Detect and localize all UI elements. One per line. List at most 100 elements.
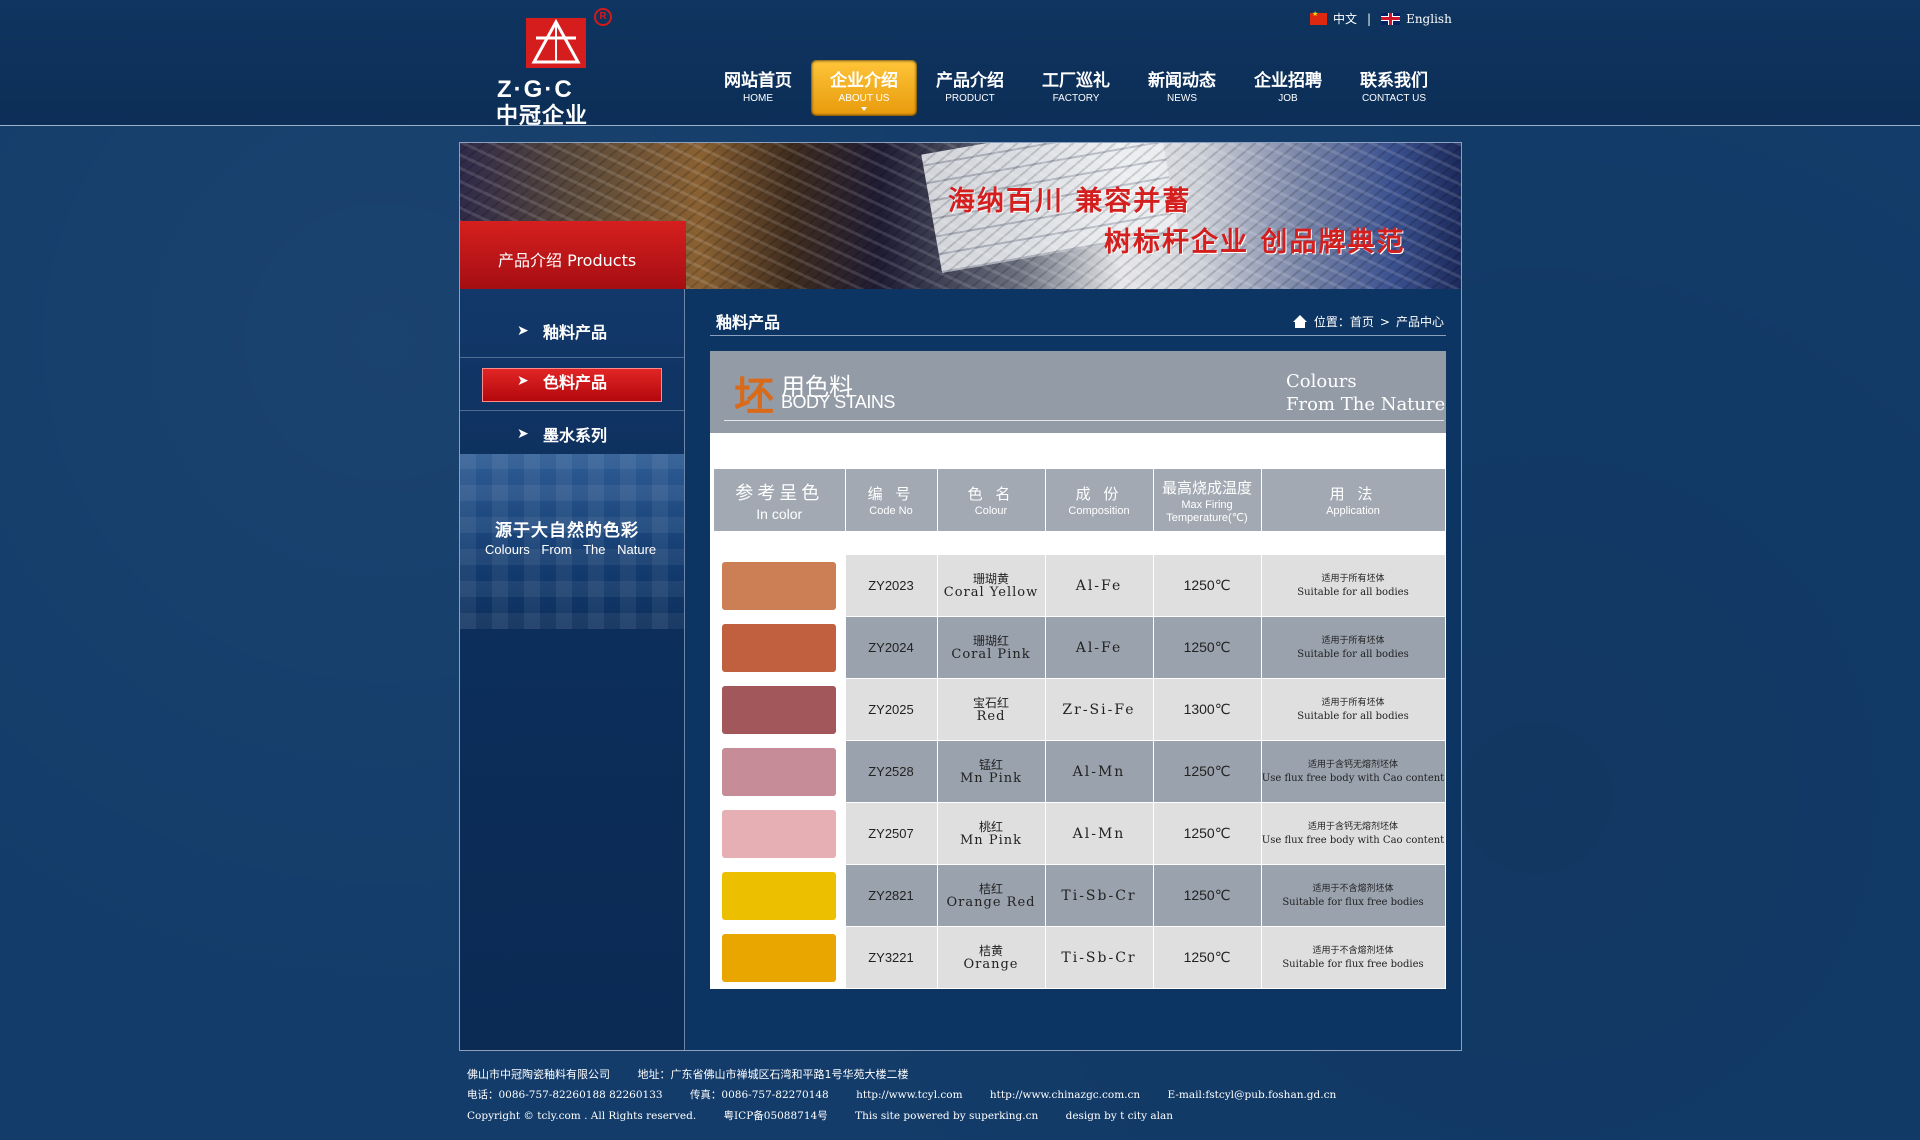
colour-name-en: Red: [976, 708, 1006, 724]
code-text: ZY2507: [868, 826, 914, 841]
language-switcher: 中文 | English: [1310, 10, 1452, 27]
nav-about-en: ABOUT US: [838, 93, 890, 104]
col-header-composition: 成 份 Composition: [1045, 469, 1154, 531]
footer-line-1: 佛山市中冠陶瓷釉料有限公司 地址：广东省佛山市禅城区石湾和平路1号华苑大楼二楼: [467, 1064, 1427, 1085]
temperature-text: 1250℃: [1183, 639, 1231, 655]
col-header-zh: 色 名: [967, 485, 1015, 503]
nav-about[interactable]: 企业介绍 ABOUT US: [811, 60, 917, 116]
application-en: Use flux free body with Cao content: [1261, 772, 1445, 784]
color-swatch: [722, 623, 837, 672]
temperature-cell: 1250℃: [1153, 616, 1262, 679]
application-cell: 适用于不含熔剂坯体 Suitable for flux free bodies: [1261, 864, 1446, 927]
temperature-text: 1250℃: [1183, 949, 1231, 965]
table-spacer-cell: [714, 531, 1445, 555]
sidebar-item-label: 墨水系列: [543, 426, 608, 445]
breadcrumb-prefix: 位置：: [1313, 315, 1350, 329]
sidebar-tagline-en: Colours From The Nature: [485, 542, 657, 557]
arrow-right-icon: ➤: [517, 372, 529, 388]
temperature-cell: 1250℃: [1153, 740, 1262, 803]
composition-cell: Al-Mn: [1045, 740, 1154, 803]
colour-name-zh: 宝石红: [972, 695, 1009, 710]
code-cell: ZY2528: [845, 740, 938, 803]
composition-cell: Zr-Si-Fe: [1045, 678, 1154, 741]
code-cell: ZY2023: [845, 555, 938, 617]
application-zh: 适用于不含熔剂坯体: [1312, 945, 1394, 956]
code-text: ZY2528: [868, 764, 914, 779]
arrow-right-icon: ➤: [517, 425, 529, 441]
nav-about-zh: 企业介绍: [830, 71, 898, 91]
code-cell: ZY2821: [845, 864, 938, 927]
composition-text: Al-Fe: [1075, 639, 1123, 656]
temperature-text: 1250℃: [1183, 763, 1231, 779]
application-cell: 适用于含钙无熔剂坯体 Use flux free body with Cao co…: [1261, 740, 1446, 803]
colour-name-en: Mn Pink: [960, 770, 1022, 786]
footer-icp[interactable]: 粤ICP备05088714号: [724, 1110, 828, 1122]
panel-right-line-1: Colours: [1286, 371, 1357, 392]
temperature-cell: 1250℃: [1153, 555, 1262, 617]
lang-chinese-link[interactable]: 中文: [1333, 10, 1357, 27]
sidebar-item-stains[interactable]: ➤ 色料产品: [460, 358, 684, 411]
sidebar-item-label: 色料产品: [543, 373, 608, 392]
application-en: Suitable for flux free bodies: [1282, 896, 1424, 908]
code-text: ZY2821: [868, 888, 914, 903]
temperature-cell: 1250℃: [1153, 926, 1262, 989]
nav-news-en: NEWS: [1167, 93, 1197, 104]
table-spacer: [714, 531, 1445, 555]
breadcrumb-home-link[interactable]: 首页: [1350, 313, 1374, 330]
application-zh: 适用于所有坯体: [1321, 697, 1385, 708]
col-header-zh: 编 号: [867, 485, 915, 503]
nav-home[interactable]: 网站首页 HOME: [705, 60, 811, 116]
nav-contact[interactable]: 联系我们 CONTACT US: [1341, 60, 1447, 116]
top-header: R Z·G·C 中冠企业 中文 | English 网站首页 HOME 企业介绍…: [0, 0, 1920, 129]
company-logo[interactable]: R Z·G·C 中冠企业: [490, 8, 620, 129]
application-zh: 适用于含钙无熔剂坯体: [1307, 821, 1398, 832]
footer-site-2[interactable]: http://www.chinazgc.com.cn: [990, 1089, 1140, 1101]
lang-english-link[interactable]: English: [1406, 12, 1452, 26]
content-header: 釉料产品 位置： 首页 > 产品中心: [710, 299, 1446, 336]
colour-name-zh: 桃红: [978, 819, 1003, 834]
color-swatch: [722, 561, 837, 610]
temperature-text: 1250℃: [1183, 825, 1231, 841]
colour-cell: 桔红 Orange Red: [937, 864, 1046, 927]
temperature-cell: 1250℃: [1153, 802, 1262, 865]
breadcrumb: 位置： 首页 > 产品中心: [1292, 313, 1444, 330]
nav-job-en: JOB: [1278, 93, 1298, 104]
nav-factory-en: FACTORY: [1052, 93, 1100, 104]
col-header-application: 用 法 Application: [1261, 469, 1446, 531]
application-cell: 适用于不含熔剂坯体 Suitable for flux free bodies: [1261, 926, 1446, 989]
footer-address: 地址：广东省佛山市禅城区石湾和平路1号华苑大楼二楼: [637, 1068, 909, 1081]
nav-factory-zh: 工厂巡礼: [1042, 71, 1110, 91]
color-swatch: [722, 933, 837, 982]
main-nav: 网站首页 HOME 企业介绍 ABOUT US 产品介绍 PRODUCT 工厂巡…: [705, 60, 1447, 120]
main-frame: 海纳百川 兼容并蓄 树标杆企业 创品牌典范 产品介绍 Products ➤ 釉料…: [459, 142, 1462, 1051]
application-cell: 适用于含钙无熔剂坯体 Use flux free body with Cao co…: [1261, 802, 1446, 865]
footer-site-1[interactable]: http://www.tcyl.com: [856, 1089, 962, 1101]
col-header-en: Code No: [869, 505, 913, 517]
col-header-zh: 成 份: [1075, 485, 1123, 503]
application-en: Suitable for all bodies: [1297, 586, 1409, 598]
section-tag: 产品介绍 Products: [460, 221, 686, 289]
swatch-cell: [714, 555, 846, 617]
colour-name-zh: 桔黄: [978, 943, 1003, 958]
colour-name-zh: 桔红: [978, 881, 1003, 896]
nav-factory[interactable]: 工厂巡礼 FACTORY: [1023, 60, 1129, 116]
composition-text: Ti-Sb-Cr: [1061, 887, 1137, 904]
composition-text: Zr-Si-Fe: [1062, 701, 1136, 718]
col-header-temperature: 最高烧成温度 Max Firing Temperature(℃): [1153, 469, 1262, 531]
temperature-cell: 1250℃: [1153, 864, 1262, 927]
nav-news[interactable]: 新闻动态 NEWS: [1129, 60, 1235, 116]
footer-email[interactable]: E-mail:fstcyl@pub.foshan.gd.cn: [1168, 1089, 1337, 1101]
body-stains-panel: 坯 用色料 BODY STAINS Colours From The Natur…: [710, 351, 1446, 989]
col-header-en: Max Firing Temperature(℃): [1166, 498, 1248, 524]
table-header-row: 参考呈色 In color 编 号 Code No 色 名 Colour 成 份 Com…: [714, 469, 1446, 531]
sidebar-item-glaze[interactable]: ➤ 釉料产品: [460, 289, 684, 358]
code-cell: ZY3221: [845, 926, 938, 989]
colour-name-en: Orange Red: [946, 894, 1036, 910]
nav-job[interactable]: 企业招聘 JOB: [1235, 60, 1341, 116]
col-header-code: 编 号 Code No: [845, 469, 938, 531]
nav-product[interactable]: 产品介绍 PRODUCT: [917, 60, 1023, 116]
application-en: Use flux free body with Cao content: [1261, 834, 1445, 846]
colour-name-en: Orange: [963, 956, 1019, 972]
table-row: ZY2024 珊瑚红 Coral Pink Al-Fe 1250℃ 适用于所有坯体 Suit…: [714, 616, 1446, 679]
col-header-colour: 色 名 Colour: [937, 469, 1046, 531]
